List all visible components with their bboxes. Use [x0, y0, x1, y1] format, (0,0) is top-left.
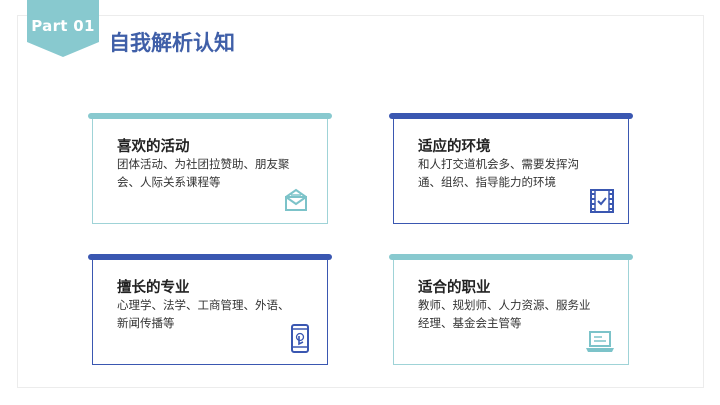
part-badge: Part 01: [27, 0, 99, 57]
card-favorite-activities: 喜欢的活动 团体活动、为社团拉赞助、朋友聚会、人际关系课程等: [88, 113, 332, 224]
card-accent-bar: [88, 113, 332, 119]
card-strong-majors: 擅长的专业 心理学、法学、工商管理、外语、新闻传播等: [88, 254, 332, 365]
card-title: 适合的职业: [418, 280, 491, 296]
film-check-icon: [589, 188, 615, 218]
card-suitable-careers: 适合的职业 教师、规划师、人力资源、服务业经理、基金会主管等: [389, 254, 633, 365]
part-label: Part 01: [31, 17, 95, 35]
card-description: 团体活动、为社团拉赞助、朋友聚会、人际关系课程等: [117, 157, 290, 189]
card-title: 适应的环境: [418, 139, 491, 155]
card-accent-bar: [389, 254, 633, 260]
card-suitable-environment: 适应的环境 和人打交道机会多、需要发挥沟通、组织、指导能力的环境: [389, 113, 633, 224]
card-description: 心理学、法学、工商管理、外语、新闻传播等: [117, 298, 290, 330]
page-title: 自我解析认知: [109, 31, 235, 55]
card-description: 和人打交道机会多、需要发挥沟通、组织、指导能力的环境: [418, 157, 579, 189]
card-description: 教师、规划师、人力资源、服务业经理、基金会主管等: [418, 298, 591, 330]
card-title: 喜欢的活动: [117, 139, 190, 155]
laptop-icon: [585, 330, 615, 358]
card-title: 擅长的专业: [117, 280, 190, 296]
touch-phone-icon: [289, 324, 311, 358]
card-accent-bar: [88, 254, 332, 260]
card-accent-bar: [389, 113, 633, 119]
envelope-icon: [283, 188, 309, 216]
